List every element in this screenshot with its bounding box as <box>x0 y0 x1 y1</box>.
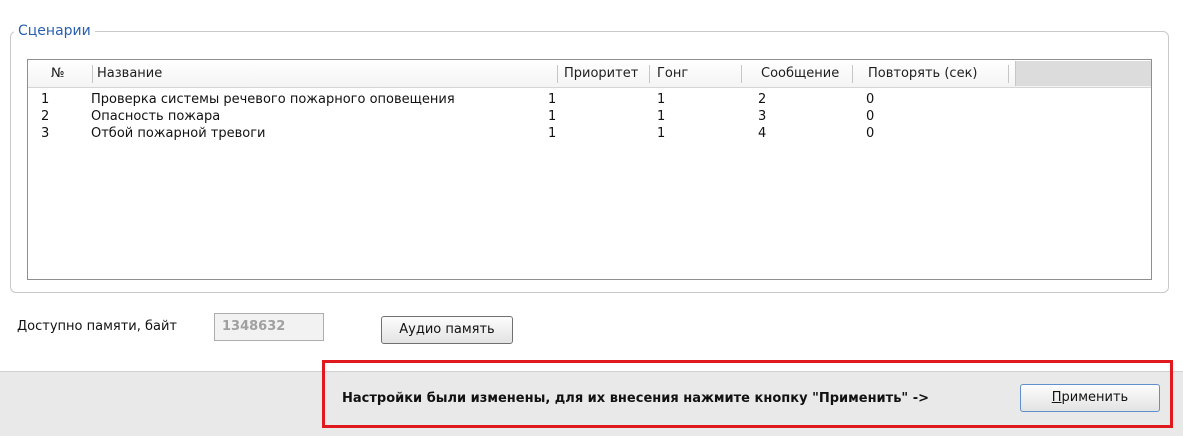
column-separator[interactable] <box>1008 65 1009 83</box>
column-header-message[interactable]: Сообщение <box>756 60 854 88</box>
cell-number: 1 <box>41 92 50 107</box>
audio-memory-button[interactable]: Аудио память <box>381 316 513 344</box>
cell-repeat: 0 <box>866 126 875 141</box>
apply-button[interactable]: Применить <box>1020 384 1160 412</box>
settings-changed-notice: Настройки были изменены, для их внесения… <box>342 391 930 406</box>
cell-repeat: 0 <box>866 109 875 124</box>
column-separator[interactable] <box>557 65 558 83</box>
cell-gong: 1 <box>657 109 666 124</box>
cell-name: Проверка системы речевого пожарного опов… <box>91 92 455 107</box>
scenarios-group-title: Сценарии <box>14 23 95 39</box>
cell-name: Отбой пожарной тревоги <box>91 126 266 141</box>
table-header: № Название Приоритет Гонг Сообщение Повт… <box>28 60 1151 88</box>
table-row[interactable]: 2 Опасность пожара 1 1 3 0 <box>28 108 1151 125</box>
column-separator[interactable] <box>852 65 853 83</box>
cell-message: 2 <box>758 92 767 107</box>
column-header-gong[interactable]: Гонг <box>652 60 742 88</box>
table-row[interactable]: 1 Проверка системы речевого пожарного оп… <box>28 91 1151 108</box>
memory-label: Доступно памяти, байт <box>17 319 177 334</box>
cell-priority: 1 <box>548 109 557 124</box>
cell-gong: 1 <box>657 126 666 141</box>
column-header-number[interactable]: № <box>46 60 94 88</box>
cell-message: 4 <box>758 126 767 141</box>
scenarios-table[interactable]: № Название Приоритет Гонг Сообщение Повт… <box>27 59 1152 280</box>
settings-panel: Сценарии № Название Приоритет Гонг Сообщ… <box>0 0 1183 436</box>
cell-priority: 1 <box>548 92 557 107</box>
memory-value-field: 1348632 <box>214 313 324 341</box>
cell-number: 2 <box>41 109 50 124</box>
column-header-name[interactable]: Название <box>92 60 562 88</box>
apply-button-mnemonic: П <box>1051 390 1062 405</box>
cell-name: Опасность пожара <box>91 109 221 124</box>
cell-message: 3 <box>758 109 767 124</box>
column-header-priority[interactable]: Приоритет <box>559 60 651 88</box>
column-separator[interactable] <box>741 65 742 83</box>
column-header-filler <box>1015 61 1151 86</box>
column-separator[interactable] <box>649 65 650 83</box>
apply-button-label: рименить <box>1061 390 1129 405</box>
cell-priority: 1 <box>548 126 557 141</box>
cell-number: 3 <box>41 126 50 141</box>
table-row[interactable]: 3 Отбой пожарной тревоги 1 1 4 0 <box>28 125 1151 142</box>
cell-gong: 1 <box>657 92 666 107</box>
column-header-repeat[interactable]: Повторять (сек) <box>863 60 1008 88</box>
cell-repeat: 0 <box>866 92 875 107</box>
